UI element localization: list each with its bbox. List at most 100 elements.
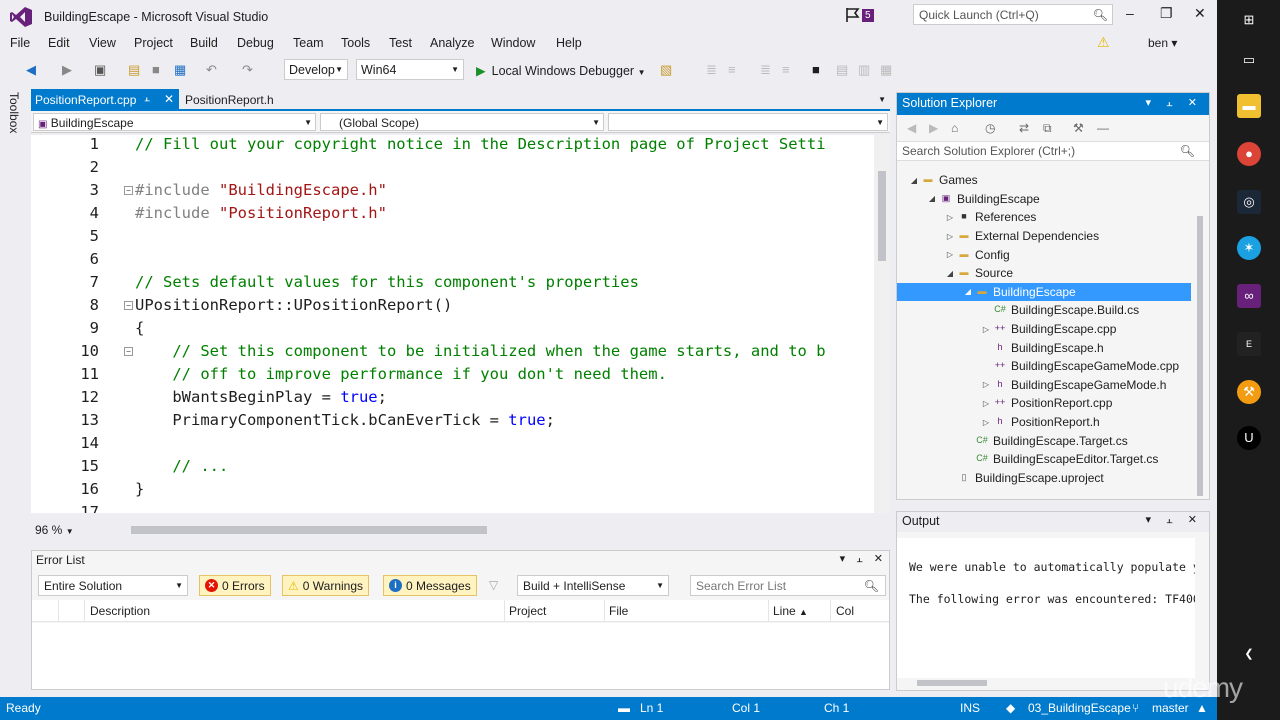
output-text[interactable]: We were unable to automatically populate… xyxy=(897,538,1195,678)
tree-node[interactable]: ▷ ▬ Config xyxy=(943,245,1010,264)
tree-node[interactable]: C# BuildingEscape.Build.cs xyxy=(979,301,1139,320)
menu-project[interactable]: Project xyxy=(134,36,173,50)
tree-node[interactable]: C# BuildingEscape.Target.cs xyxy=(961,431,1128,450)
clear-bookmarks-icon[interactable]: ▦ xyxy=(880,62,892,78)
column-project[interactable]: Project xyxy=(509,604,546,618)
menu-view[interactable]: View xyxy=(89,36,116,50)
column-col[interactable]: Col xyxy=(836,604,854,618)
scope-select[interactable]: Entire Solution ▼ xyxy=(38,575,188,596)
column-description[interactable]: Description xyxy=(90,604,150,618)
tab-position-report-h[interactable]: PositionReport.h xyxy=(185,93,274,107)
configuration-select[interactable]: Develop ▼ xyxy=(284,59,348,80)
open-file-icon[interactable]: ▤ xyxy=(128,62,140,78)
save-icon[interactable]: ■ xyxy=(152,62,160,77)
prev-bookmark-icon[interactable]: ▤ xyxy=(836,62,848,78)
tree-node[interactable]: ▷ ++ PositionReport.cpp xyxy=(979,394,1112,413)
tab-position-report-cpp[interactable]: PositionReport.cpp ⫠ ✕ xyxy=(31,89,179,111)
build-filter-select[interactable]: Build + IntelliSense ▼ xyxy=(517,575,669,596)
panel-controls[interactable]: ▾ ⫠ ✕ xyxy=(840,552,883,566)
minimize-button[interactable]: – xyxy=(1126,5,1134,21)
sourcetree-icon[interactable]: ✶ xyxy=(1237,236,1261,260)
messages-filter-button[interactable]: i 0 Messages xyxy=(383,575,477,596)
forward-icon[interactable]: ▶ xyxy=(62,62,72,78)
error-list-search-input[interactable]: Search Error List 🔍︎ xyxy=(690,575,886,596)
windows-start-icon[interactable]: ⊞ xyxy=(1237,8,1261,32)
scrollbar-thumb[interactable] xyxy=(878,171,886,261)
repository-name[interactable]: 03_BuildingEscape xyxy=(1028,701,1131,715)
warnings-filter-button[interactable]: ⚠ 0 Warnings xyxy=(282,575,370,596)
format-icon[interactable]: ≣ xyxy=(706,62,717,78)
warning-icon[interactable]: ⚠ xyxy=(1097,34,1110,51)
menu-tools[interactable]: Tools xyxy=(341,36,370,50)
menu-team[interactable]: Team xyxy=(293,36,324,50)
chevron-left-icon[interactable]: ❮ xyxy=(1237,642,1261,666)
menu-build[interactable]: Build xyxy=(190,36,218,50)
scrollbar-thumb[interactable] xyxy=(1197,216,1203,496)
solution-explorer-search-input[interactable]: Search Solution Explorer (Ctrl+;) 🔍︎ xyxy=(897,141,1209,161)
redo-icon[interactable]: ↷ xyxy=(242,62,253,78)
tree-node[interactable]: ▷ ++ BuildingEscape.cpp xyxy=(979,320,1116,339)
find-icon[interactable]: ▧ xyxy=(660,62,672,78)
bookmark-icon[interactable]: ■ xyxy=(812,62,820,77)
start-debugger-button[interactable]: ▶ Local Windows Debugger ▼ xyxy=(476,63,645,78)
panel-controls[interactable]: ▾ ⫠ ✕ xyxy=(1145,513,1203,527)
collapsed-arrow-icon[interactable]: ▷ xyxy=(979,399,993,408)
platform-select[interactable]: Win64 ▼ xyxy=(356,59,464,80)
pin-icon[interactable]: ⫠ xyxy=(144,93,150,104)
menu-help[interactable]: Help xyxy=(556,36,582,50)
collapsed-arrow-icon[interactable]: ▷ xyxy=(979,418,993,427)
output-horizontal-scrollbar[interactable] xyxy=(897,676,1195,690)
scrollbar-thumb[interactable] xyxy=(917,680,987,686)
tree-node[interactable]: ◢ ▬ BuildingEscape xyxy=(897,282,1191,302)
notifications[interactable]: 5 xyxy=(845,7,874,23)
tree-node[interactable]: C# BuildingEscapeEditor.Target.cs xyxy=(961,450,1158,469)
tree-node[interactable]: ▷ h BuildingEscapeGameMode.h xyxy=(979,376,1167,395)
panel-controls[interactable]: ▾ ⫠ ✕ xyxy=(1145,96,1203,110)
undo-icon[interactable]: ↶ xyxy=(206,62,217,78)
wrench-app-icon[interactable]: ⚒ xyxy=(1237,380,1261,404)
filter-icon[interactable]: ▽ xyxy=(489,578,498,592)
sync-icon[interactable]: ⇄ xyxy=(1019,121,1029,135)
collapsed-arrow-icon[interactable]: ▷ xyxy=(943,250,957,259)
uncomment-icon[interactable]: ≡ xyxy=(782,62,790,77)
user-account[interactable]: ben ▾ xyxy=(1148,36,1177,50)
tree-node[interactable]: ▷ ■ References xyxy=(943,208,1036,227)
scope-dropdown[interactable]: (Global Scope) ▼ xyxy=(320,113,604,131)
tree-node[interactable]: ▯ BuildingEscape.uproject xyxy=(943,469,1104,488)
collapse-all-icon[interactable]: ⧉ xyxy=(1043,121,1052,136)
tab-overflow-icon[interactable]: ▼ xyxy=(878,95,886,104)
unreal-engine-icon[interactable]: U xyxy=(1237,426,1261,450)
collapse-icon[interactable]: − xyxy=(124,186,133,195)
scrollbar-thumb[interactable] xyxy=(131,526,487,534)
collapse-icon[interactable]: − xyxy=(124,301,133,310)
maximize-button[interactable]: ❐ xyxy=(1160,5,1173,22)
task-view-icon[interactable]: ▭ xyxy=(1237,48,1261,72)
menu-test[interactable]: Test xyxy=(389,36,412,50)
tree-node[interactable]: h BuildingEscape.h xyxy=(979,338,1103,357)
save-all-icon[interactable]: ▦ xyxy=(174,62,186,78)
forward-icon[interactable]: ▶ xyxy=(929,121,938,135)
insert-mode[interactable]: INS xyxy=(960,701,980,715)
chrome-icon[interactable]: ● xyxy=(1237,142,1261,166)
menu-window[interactable]: Window xyxy=(491,36,535,50)
tree-node[interactable]: ▷ ▬ External Dependencies xyxy=(943,227,1099,246)
steam-icon[interactable]: ◎ xyxy=(1237,190,1261,214)
tree-node[interactable]: ▷ h PositionReport.h xyxy=(979,413,1100,432)
column-file[interactable]: File xyxy=(609,604,628,618)
quick-launch-input[interactable]: Quick Launch (Ctrl+Q) 🔍︎ xyxy=(913,4,1113,25)
next-bookmark-icon[interactable]: ▥ xyxy=(858,62,870,78)
outdent-icon[interactable]: ≡ xyxy=(728,62,736,77)
properties-wrench-icon[interactable]: ⚒ xyxy=(1073,121,1084,135)
tree-node[interactable]: ◢ ▣ BuildingEscape xyxy=(925,190,1040,209)
epic-games-icon[interactable]: E xyxy=(1237,332,1261,356)
project-dropdown[interactable]: ▣ BuildingEscape ▼ xyxy=(33,113,316,131)
toolbox-strip[interactable]: Toolbox xyxy=(0,86,28,692)
back-icon[interactable]: ◀ xyxy=(907,121,916,135)
tree-node[interactable]: ◢ ▬ Games xyxy=(907,171,978,190)
tree-node[interactable]: ◢ ▬ Source xyxy=(943,264,1013,283)
expanded-arrow-icon[interactable]: ◢ xyxy=(961,287,975,296)
close-button[interactable]: ✕ xyxy=(1194,5,1206,22)
collapse-icon[interactable]: − xyxy=(124,347,133,356)
pending-changes-icon[interactable]: ◷ xyxy=(985,121,995,135)
editor-horizontal-scrollbar[interactable] xyxy=(131,526,871,534)
